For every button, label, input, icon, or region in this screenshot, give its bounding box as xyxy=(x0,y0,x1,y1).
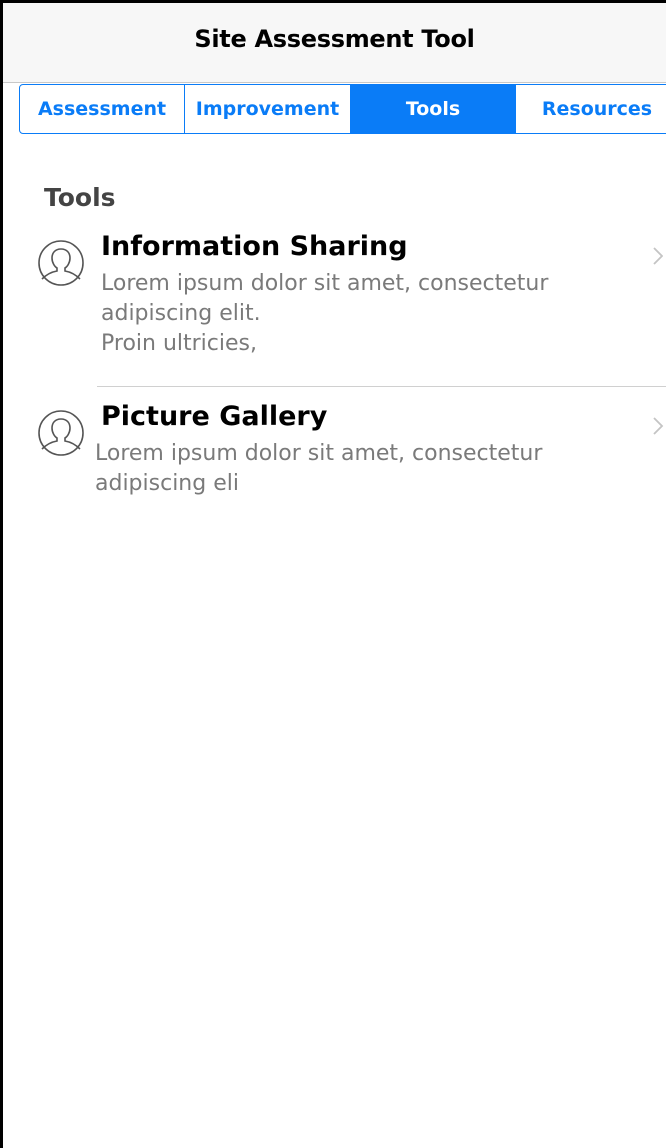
item-description-line: adipiscing eli xyxy=(95,471,239,496)
section-title: Tools xyxy=(44,183,116,212)
list-item-picture-gallery[interactable]: Picture Gallery Lorem ipsum dolor sit am… xyxy=(37,401,664,551)
list-divider xyxy=(97,386,666,387)
page-title: Site Assessment Tool xyxy=(194,25,475,53)
app-frame: Site Assessment Tool Assessment Improvem… xyxy=(0,0,666,1148)
segmented-tabs: Assessment Improvement Tools Resources xyxy=(19,84,666,134)
item-description-line: Lorem ipsum dolor sit amet, consectetur xyxy=(101,271,549,296)
user-avatar-icon xyxy=(38,410,84,456)
chevron-right-icon xyxy=(653,417,664,435)
item-description: Lorem ipsum dolor sit amet, consectetur … xyxy=(101,269,621,359)
navigation-header: Site Assessment Tool xyxy=(3,3,666,83)
tab-assessment[interactable]: Assessment xyxy=(20,85,185,133)
list-item-information-sharing[interactable]: Information Sharing Lorem ipsum dolor si… xyxy=(37,231,663,387)
item-title: Picture Gallery xyxy=(101,401,328,432)
chevron-right-icon xyxy=(653,247,663,265)
item-description: Lorem ipsum dolor sit amet, consectetur … xyxy=(95,439,615,499)
tab-resources[interactable]: Resources xyxy=(516,85,666,133)
item-description-line: adipiscing elit. xyxy=(101,301,261,326)
item-title: Information Sharing xyxy=(101,231,408,262)
tab-tools[interactable]: Tools xyxy=(351,85,516,133)
tab-improvement[interactable]: Improvement xyxy=(185,85,351,133)
user-avatar-icon xyxy=(38,240,84,286)
item-description-line: Lorem ipsum dolor sit amet, consectetur xyxy=(95,441,543,466)
item-description-line: Proin ultricies, xyxy=(101,331,257,356)
